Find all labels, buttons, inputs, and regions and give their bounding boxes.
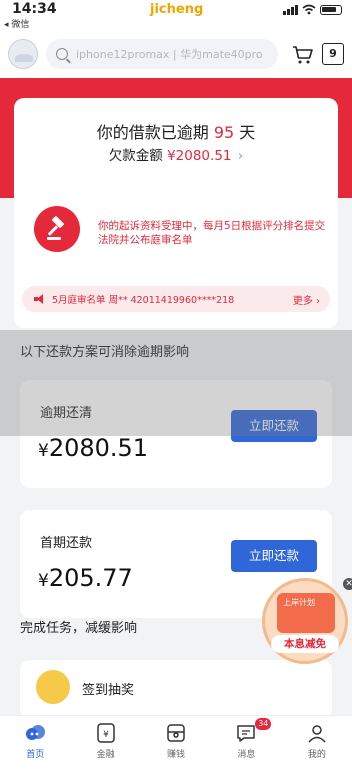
- repay-now-button[interactable]: 立即还款: [231, 540, 317, 572]
- status-bar: 14:34 ◂ 微信 jicheng: [0, 0, 352, 30]
- overdue-days: 95: [213, 123, 235, 142]
- message-icon: [235, 722, 257, 744]
- overdue-suffix: 天: [239, 123, 256, 142]
- amount-value: 205.77: [48, 564, 133, 592]
- search-placeholder: iphone12promax | 华为mate40pro: [76, 48, 263, 61]
- bag-count-button[interactable]: 9: [322, 43, 344, 65]
- bottom-tab-bar: 首页 ¥ 金融 赚钱 34 消息 我的: [0, 715, 352, 770]
- tab-label: 消息: [237, 750, 256, 760]
- debt-amount-link[interactable]: 欠款金额 ¥2080.51 ›: [14, 144, 338, 164]
- task-section-title: 完成任务，减缓影响: [20, 621, 138, 636]
- tab-label: 赚钱: [167, 750, 186, 760]
- tab-profile[interactable]: 我的: [282, 716, 352, 770]
- battery-icon: [320, 4, 342, 15]
- float-label: 本息减免: [271, 635, 339, 653]
- currency-symbol: ¥: [38, 571, 49, 591]
- task-label: 签到抽奖: [82, 683, 135, 698]
- speaker-icon: [34, 294, 44, 304]
- repay-option-label: 首期还款: [40, 536, 93, 551]
- avatar[interactable]: [8, 39, 38, 69]
- debt-amount: ¥2080.51: [167, 148, 232, 164]
- status-time: 14:34: [12, 1, 57, 17]
- amount-value: 2080.51: [48, 434, 149, 462]
- tab-label: 首页: [26, 750, 45, 760]
- gift-envelope-icon: 上岸计划: [277, 593, 335, 633]
- back-to-wechat-link[interactable]: ◂ 微信: [4, 17, 29, 30]
- repay-option-amount: ¥205.77: [38, 564, 133, 592]
- debt-prefix: 欠款金额: [108, 148, 163, 164]
- tab-home[interactable]: 首页: [0, 716, 70, 770]
- close-icon[interactable]: ✕: [343, 578, 352, 590]
- tab-label: 我的: [307, 750, 326, 760]
- hearing-list-text: 5月庭审名单 周** 42011419960****218: [52, 295, 235, 306]
- task-card[interactable]: 签到抽奖: [20, 660, 332, 720]
- tab-messages[interactable]: 34 消息: [211, 716, 281, 770]
- overdue-status: 你的借款已逾期 95 天: [14, 119, 338, 143]
- svg-text:¥: ¥: [103, 730, 109, 740]
- repay-option-amount: ¥2080.51: [38, 434, 148, 462]
- float-tag: 上岸计划: [283, 598, 315, 607]
- status-icons: [283, 4, 342, 15]
- search-input[interactable]: iphone12promax | 华为mate40pro: [46, 39, 278, 69]
- gavel-icon: [34, 206, 80, 252]
- currency-symbol: ¥: [38, 441, 49, 461]
- chevron-right-icon: ›: [237, 148, 244, 164]
- search-icon: [56, 48, 68, 60]
- search-header: iphone12promax | 华为mate40pro 9: [0, 30, 352, 78]
- tab-finance[interactable]: ¥ 金融: [70, 716, 140, 770]
- wallet-icon: [165, 722, 187, 744]
- signal-icon: [283, 4, 298, 15]
- hearing-list-marquee[interactable]: 5月庭审名单 周** 42011419960****218 更多 ›: [22, 286, 330, 312]
- interest-relief-badge[interactable]: 上岸计划 本息减免: [262, 578, 348, 664]
- tab-earn[interactable]: 赚钱: [141, 716, 211, 770]
- overdue-prefix: 你的借款已逾期: [96, 123, 209, 142]
- finance-icon: ¥: [95, 722, 117, 744]
- message-count-badge: 34: [255, 718, 272, 730]
- watermark-text: jicheng: [150, 2, 204, 17]
- wifi-icon: [302, 4, 316, 15]
- more-label: 更多: [292, 295, 313, 307]
- tab-label: 金融: [96, 750, 115, 760]
- cart-icon[interactable]: [292, 45, 313, 64]
- more-link[interactable]: 更多 ›: [293, 292, 320, 307]
- home-icon: [24, 722, 46, 744]
- lawsuit-warning: 你的起诉资料受理中，每月5日根据评分排名提交法院并公布庭审名单: [98, 220, 326, 246]
- image-overlay-band: [0, 330, 352, 436]
- lottery-icon: [36, 670, 70, 704]
- profile-icon: [306, 722, 328, 744]
- debt-card: 你的借款已逾期 95 天 欠款金额 ¥2080.51 › 你的起诉资料受理中，每…: [14, 98, 338, 328]
